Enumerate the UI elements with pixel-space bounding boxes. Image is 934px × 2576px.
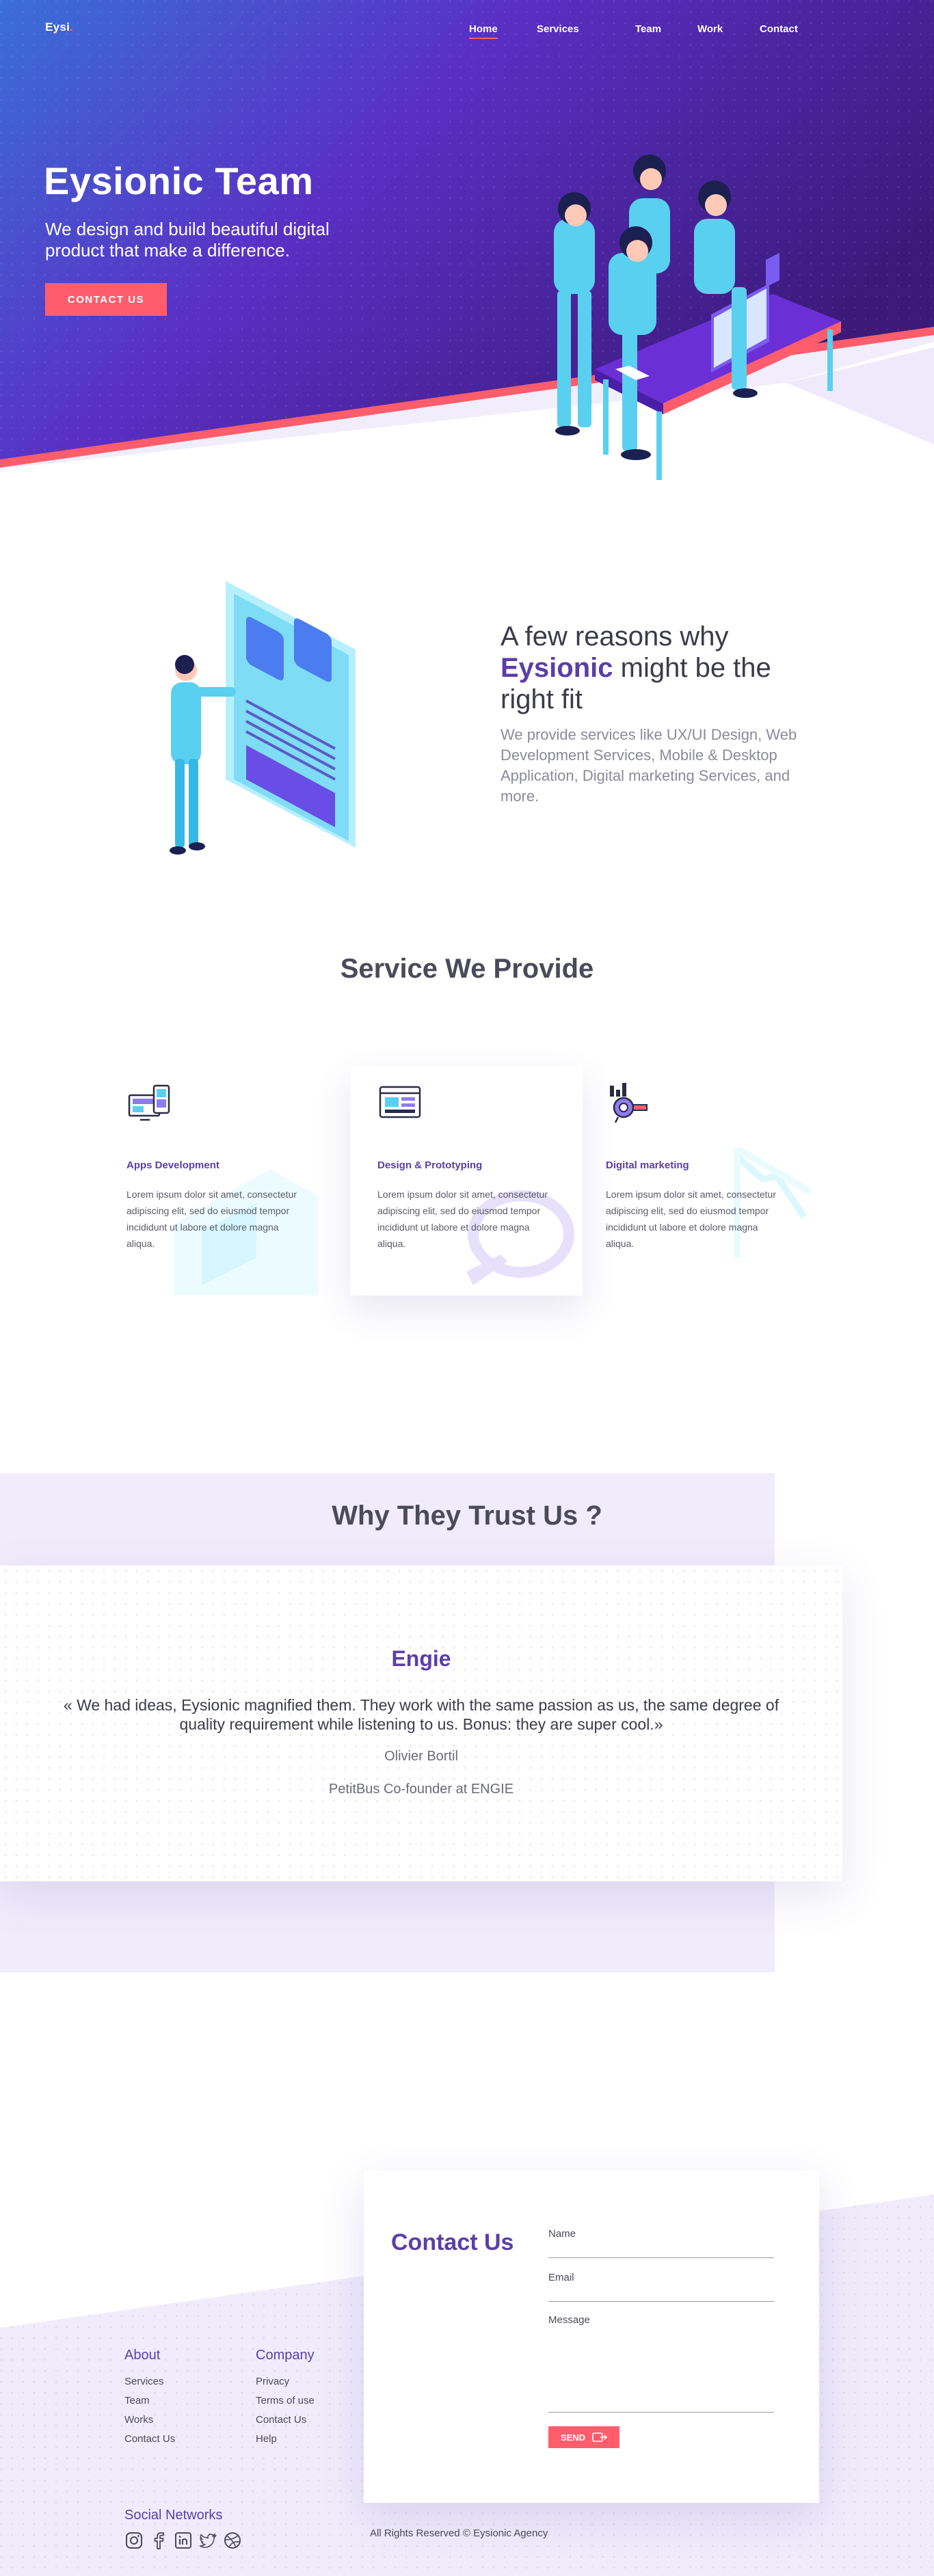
nav-team[interactable]: Team bbox=[635, 23, 661, 35]
twitter-icon[interactable] bbox=[198, 2531, 217, 2550]
message-field[interactable] bbox=[548, 2342, 774, 2413]
service-name: Digital marketing bbox=[606, 1159, 689, 1171]
reasons-block: A few reasons why Eysionic might be the … bbox=[501, 621, 815, 807]
services-title: Service We Provide bbox=[340, 954, 594, 984]
service-card-design[interactable]: Design & Prototyping Lorem ipsum dolor s… bbox=[350, 1066, 583, 1296]
testimonial-quote: « We had ideas, Eysionic magnified them.… bbox=[63, 1696, 779, 1733]
footer-about-heading: About bbox=[124, 2348, 161, 2363]
email-field[interactable] bbox=[548, 2281, 774, 2302]
hero-title: Eysionic Team bbox=[44, 159, 314, 202]
footer-link-privacy[interactable]: Privacy bbox=[256, 2376, 315, 2387]
testimonial-card: Engie « We had ideas, Eysionic magnified… bbox=[0, 1566, 842, 1881]
send-button[interactable]: SEND bbox=[548, 2426, 619, 2448]
nav-work[interactable]: Work bbox=[697, 23, 723, 35]
reasons-title: A few reasons why Eysionic might be the … bbox=[501, 621, 771, 714]
reasons-description: We provide services like UX/UI Design, W… bbox=[501, 726, 797, 805]
footer-link-help[interactable]: Help bbox=[256, 2433, 315, 2445]
send-icon bbox=[592, 2432, 608, 2442]
service-description: Lorem ipsum dolor sit amet, consectetur … bbox=[377, 1189, 548, 1249]
contact-us-button[interactable]: CONTACT US bbox=[45, 283, 167, 316]
copyright: All Rights Reserved © Eysionic Agency bbox=[370, 2527, 548, 2539]
footer-link-team[interactable]: Team bbox=[124, 2395, 175, 2406]
contact-title: Contact Us bbox=[391, 2229, 514, 2255]
service-description: Lorem ipsum dolor sit amet, consectetur … bbox=[126, 1189, 297, 1249]
hero-section: Eysi. Home Services Team Work Contact Ey… bbox=[0, 0, 934, 492]
linkedin-icon[interactable] bbox=[174, 2531, 193, 2550]
footer-link-contact-us[interactable]: Contact Us bbox=[256, 2414, 315, 2426]
nav-contact[interactable]: Contact bbox=[760, 23, 798, 35]
design-window-icon bbox=[379, 1086, 421, 1118]
service-card-marketing[interactable]: Digital marketing Lorem ipsum dolor sit … bbox=[578, 1066, 811, 1296]
nav-services[interactable]: Services bbox=[537, 23, 579, 35]
team-illustration bbox=[554, 155, 841, 480]
service-name: Design & Prototyping bbox=[377, 1159, 483, 1171]
top-nav: Eysi. Home Services Team Work Contact bbox=[0, 0, 934, 62]
footer-link-works[interactable]: Works bbox=[124, 2414, 175, 2426]
social-links bbox=[124, 2531, 242, 2550]
contact-form-card: Contact Us Name Email Message SEND bbox=[364, 2171, 819, 2503]
marketing-icon bbox=[610, 1083, 648, 1123]
service-description: Lorem ipsum dolor sit amet, consectetur … bbox=[606, 1189, 776, 1249]
footer-link-terms[interactable]: Terms of use bbox=[256, 2395, 315, 2406]
social-heading: Social Networks bbox=[124, 2508, 223, 2523]
facebook-icon[interactable] bbox=[149, 2531, 168, 2550]
testimonial-company: Engie bbox=[391, 1646, 451, 1671]
footer-link-services[interactable]: Services bbox=[124, 2376, 175, 2387]
service-name: Apps Development bbox=[126, 1159, 219, 1171]
nav-home[interactable]: Home bbox=[469, 23, 498, 39]
devices-icon bbox=[128, 1084, 170, 1121]
footer-link-contact[interactable]: Contact Us bbox=[124, 2433, 175, 2445]
testimonial-author: Olivier Bortil bbox=[384, 1749, 458, 1764]
send-label: SEND bbox=[560, 2432, 586, 2443]
service-card-apps[interactable]: Apps Development Lorem ipsum dolor sit a… bbox=[99, 1066, 332, 1296]
testimonial-role: PetitBus Co-founder at ENGIE bbox=[328, 1782, 514, 1797]
logo[interactable]: Eysi. bbox=[45, 21, 73, 34]
dribbble-icon[interactable] bbox=[223, 2531, 242, 2550]
footer-company-heading: Company bbox=[256, 2348, 315, 2363]
instagram-icon[interactable] bbox=[124, 2531, 144, 2550]
brand-name: Eysionic bbox=[501, 653, 613, 683]
trust-title: Why They Trust Us ? bbox=[332, 1501, 602, 1531]
footer-about: About Services Team Works Contact Us bbox=[124, 2348, 175, 2452]
footer-company: Company Privacy Terms of use Contact Us … bbox=[256, 2348, 315, 2452]
hero-subtitle: We design and build beautiful digital pr… bbox=[45, 219, 330, 260]
name-field[interactable] bbox=[548, 2238, 774, 2258]
message-label: Message bbox=[548, 2314, 590, 2326]
reasons-illustration bbox=[170, 581, 356, 855]
